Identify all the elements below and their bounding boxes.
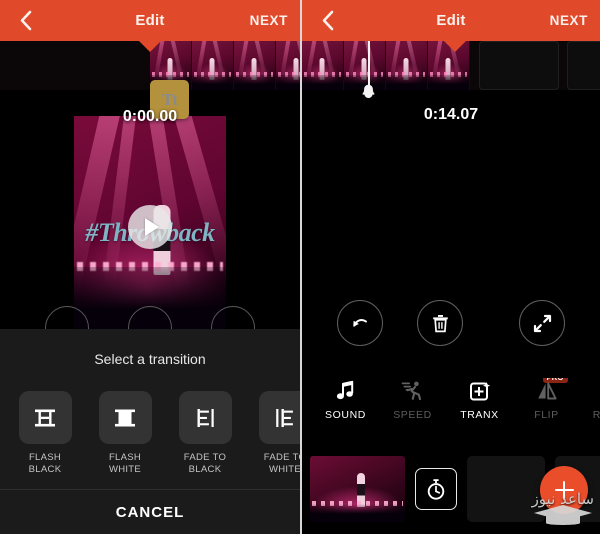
transition-list[interactable]: FLASH BLACK FLASH WHITE FADE TO BLACK FA…: [0, 367, 300, 475]
back-button[interactable]: [12, 8, 38, 34]
header-notch: [139, 41, 161, 52]
filmstrip-gap: [559, 41, 567, 90]
undo-icon: [353, 318, 367, 327]
plus-icon: [554, 480, 574, 500]
toolbar-item-resize[interactable]: RESIZE: [580, 378, 600, 421]
flash-white-icon: [98, 391, 152, 444]
filmstrip-empty-slot[interactable]: [479, 41, 559, 90]
right-header: Edit NEXT: [302, 0, 600, 41]
toolbar-label: TRANX: [460, 409, 499, 421]
ghost-icon: [362, 84, 375, 104]
timeline-playhead[interactable]: [368, 41, 370, 89]
expand-button[interactable]: [519, 300, 565, 346]
fade-to-white-icon: [258, 391, 300, 444]
transition-label: FLASH WHITE: [108, 452, 142, 475]
transition-sheet: Select a transition FLASH BLACK FLASH WH…: [0, 329, 300, 534]
editor-toolbar[interactable]: SOUND SPEED TRANX FLIP: [302, 378, 600, 430]
toolbar-label: SPEED: [393, 409, 432, 421]
cancel-button[interactable]: CANCEL: [0, 490, 300, 534]
back-button[interactable]: [314, 8, 340, 34]
toolbar-item-speed[interactable]: SPEED: [379, 378, 446, 421]
transition-option-fade-to-black[interactable]: FADE TO BLACK: [174, 391, 236, 475]
expand-icon: [533, 314, 551, 332]
play-icon: [145, 218, 159, 236]
toolbar-item-flip[interactable]: PRO FLIP: [513, 378, 580, 421]
text-sticker-glyph: Tt: [162, 89, 178, 109]
transition-option-fade-to-white[interactable]: FADE TO WHITE: [254, 391, 300, 475]
transition-option-flash-black[interactable]: FLASH BLACK: [14, 391, 76, 475]
crowd-silhouette: [310, 503, 405, 522]
current-time-label: 0:00.00: [122, 108, 178, 125]
toolbar-label: RESIZE: [593, 409, 600, 421]
header-notch: [444, 41, 466, 52]
video-preview[interactable]: #Throwback: [74, 116, 226, 338]
transition-option-flash-white[interactable]: FLASH WHITE: [94, 391, 156, 475]
clip-empty-slot[interactable]: [467, 456, 545, 522]
timer-button[interactable]: [415, 468, 457, 510]
flash-black-icon: [18, 391, 72, 444]
transition-label: FADE TO WHITE: [263, 452, 300, 475]
clip-thumbnail[interactable]: [310, 456, 405, 522]
left-panel: Edit NEXT Tt 0:00.00 Select a transition…: [0, 0, 300, 534]
play-button[interactable]: [128, 205, 172, 249]
filmstrip-frame[interactable]: [302, 41, 344, 90]
editor-control-row: [302, 300, 600, 346]
filmstrip-frame[interactable]: [386, 41, 428, 90]
sparkle-frame-icon: [468, 378, 492, 404]
toolbar-label: FLIP: [534, 409, 559, 421]
filmstrip-frame[interactable]: [192, 41, 234, 90]
runner-icon: [401, 378, 425, 404]
filmstrip-leading-gap: [0, 41, 150, 90]
music-note-icon: [334, 378, 357, 404]
right-panel: Edit NEXT 0:14.07 SOUND SPEED TRANX FLIP…: [300, 0, 600, 534]
left-header: Edit NEXT: [0, 0, 300, 41]
add-clip-button[interactable]: [540, 466, 588, 514]
toolbar-item-tranx[interactable]: TRANX: [446, 378, 513, 421]
filmstrip-frame[interactable]: [344, 41, 386, 90]
stopwatch-icon: [427, 478, 445, 500]
transition-label: FLASH BLACK: [28, 452, 62, 475]
delete-button[interactable]: [417, 300, 463, 346]
filmstrip-frame[interactable]: [234, 41, 276, 90]
undo-button[interactable]: [337, 300, 383, 346]
filmstrip-frame[interactable]: [276, 41, 300, 90]
fade-to-black-icon: [178, 391, 232, 444]
current-time-label: 0:14.07: [423, 106, 479, 123]
app-screen: Edit NEXT Tt 0:00.00 Select a transition…: [0, 0, 600, 534]
clip-tray: ساعد نیوز: [302, 444, 600, 534]
flip-icon: [535, 378, 559, 404]
toolbar-item-sound[interactable]: SOUND: [312, 378, 379, 421]
next-button[interactable]: NEXT: [550, 13, 588, 28]
filmstrip-gap: [470, 41, 479, 90]
sheet-title: Select a transition: [94, 351, 206, 367]
trash-icon: [432, 314, 448, 332]
filmstrip-empty-slot[interactable]: [567, 41, 600, 90]
transition-label: FADE TO BLACK: [183, 452, 227, 475]
next-button[interactable]: NEXT: [250, 13, 288, 28]
toolbar-label: SOUND: [325, 409, 366, 421]
